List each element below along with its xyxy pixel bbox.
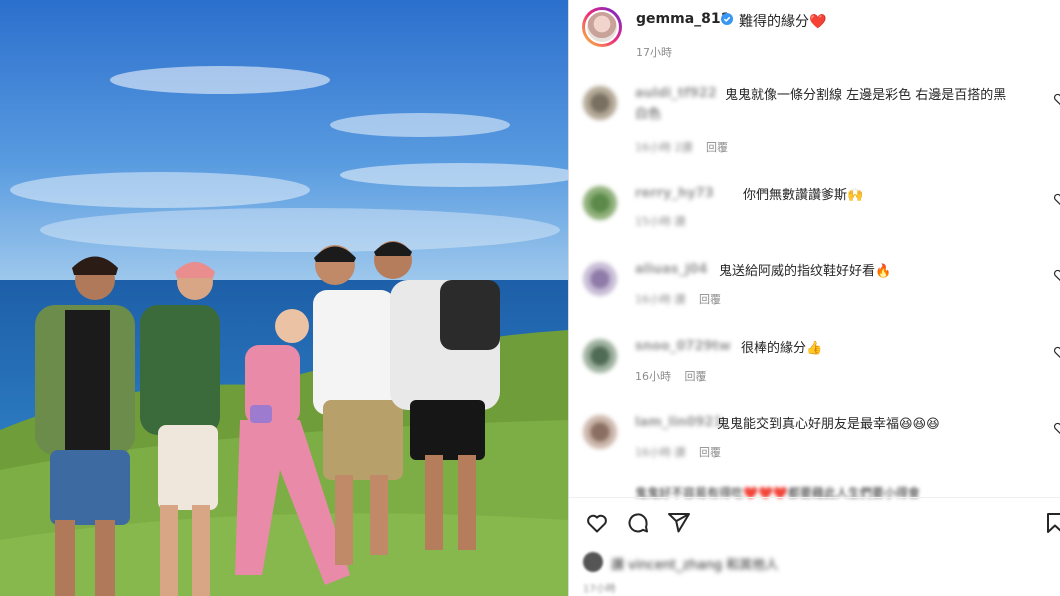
post-photo[interactable] bbox=[0, 0, 568, 596]
commenter-username[interactable]: auldi_tf922 bbox=[635, 86, 717, 101]
post-time-bottom: 17小時 bbox=[583, 584, 616, 595]
author-username[interactable]: gemma_811 bbox=[636, 11, 730, 27]
commenter-username[interactable]: lam_lin0921 bbox=[635, 415, 723, 430]
reply-button[interactable]: 回覆 bbox=[699, 293, 721, 306]
comment-item: rerry_hy73 你們無數讚讚爹斯🙌 15小時 讚 bbox=[569, 170, 1060, 246]
comment-bubble-icon[interactable] bbox=[626, 511, 650, 535]
comment-text: 鬼鬼能交到真心好朋友是最幸福😆😆😆 bbox=[717, 417, 940, 432]
reply-button[interactable]: 回覆 bbox=[699, 446, 721, 459]
likes-text: 讚 vincent_zhang 和其他人 bbox=[611, 558, 779, 573]
comment-meta: 16小時 2讚 回覆 bbox=[635, 139, 728, 155]
comment-item: auldi_tf922 鬼鬼就像一條分割線 左邊是彩色 右邊是百搭的黑 白色 1… bbox=[569, 70, 1060, 154]
comment-meta: 16小時 回覆 bbox=[635, 368, 707, 384]
verified-badge-icon bbox=[721, 13, 733, 25]
post-header: gemma_811 難得的緣分❤️ 17小時 bbox=[569, 0, 1060, 70]
author-avatar[interactable] bbox=[582, 7, 622, 47]
group-photo-image bbox=[0, 0, 568, 596]
like-comment-heart-icon[interactable] bbox=[1053, 421, 1060, 435]
commenter-avatar[interactable] bbox=[583, 186, 617, 220]
comment-meta: 16小時 讚 回覆 bbox=[635, 291, 721, 307]
comment-text: 鬼鬼就像一條分割線 左邊是彩色 右邊是百搭的黑 bbox=[725, 88, 1007, 103]
commenter-avatar[interactable] bbox=[583, 415, 617, 449]
commenter-username[interactable]: snoo_0729tw bbox=[635, 339, 731, 354]
like-comment-heart-icon[interactable] bbox=[1053, 268, 1060, 282]
comment-time[interactable]: 16小時 bbox=[635, 370, 671, 383]
comment-time-likes: 16小時 讚 bbox=[635, 293, 686, 306]
comment-text-line2: 白色 bbox=[635, 107, 662, 122]
commenter-username[interactable]: aliuas_j04 bbox=[635, 262, 708, 277]
comment-time-likes: 16小時 讚 bbox=[635, 446, 686, 459]
post-caption: 難得的緣分❤️ bbox=[739, 14, 827, 30]
commenter-avatar[interactable] bbox=[583, 86, 617, 120]
comment-text: 鬼送給阿威的指纹鞋好好看🔥 bbox=[719, 264, 892, 279]
comment-text: 你們無數讚讚爹斯🙌 bbox=[743, 188, 864, 203]
save-bookmark-icon[interactable] bbox=[1043, 511, 1060, 535]
liker-avatar bbox=[583, 552, 603, 572]
likes-summary[interactable]: 讚 vincent_zhang 和其他人 bbox=[583, 552, 883, 573]
comment-time-likes: 15小時 讚 bbox=[635, 215, 686, 228]
comment-item: snoo_0729tw 很棒的緣分👍 16小時 回覆 bbox=[569, 323, 1060, 399]
commenter-avatar[interactable] bbox=[583, 339, 617, 373]
like-comment-heart-icon[interactable] bbox=[1053, 92, 1060, 106]
like-comment-heart-icon[interactable] bbox=[1053, 192, 1060, 206]
comment-item: lam_lin0921 鬼鬼能交到真心好朋友是最幸福😆😆😆 16小時 讚 回覆 bbox=[569, 399, 1060, 475]
post-details-panel: gemma_811 難得的緣分❤️ 17小時 auldi_tf922 鬼鬼就像一… bbox=[569, 0, 1060, 596]
comment-meta: 16小時 讚 回覆 bbox=[635, 444, 721, 460]
share-send-icon[interactable] bbox=[667, 511, 691, 535]
comment-meta: 15小時 讚 bbox=[635, 213, 696, 229]
comment-text: 很棒的緣分👍 bbox=[741, 341, 823, 356]
like-comment-heart-icon[interactable] bbox=[1053, 345, 1060, 359]
comments-list[interactable]: auldi_tf922 鬼鬼就像一條分割線 左邊是彩色 右邊是百搭的黑 白色 1… bbox=[569, 70, 1060, 490]
comment-time-likes: 16小時 2讚 bbox=[635, 141, 693, 154]
reply-button[interactable]: 回覆 bbox=[685, 370, 707, 383]
comment-item: aliuas_j04 鬼送給阿威的指纹鞋好好看🔥 16小時 讚 回覆 bbox=[569, 246, 1060, 322]
commenter-username[interactable]: rerry_hy73 bbox=[635, 186, 714, 201]
commenter-avatar[interactable] bbox=[583, 262, 617, 296]
like-heart-icon[interactable] bbox=[585, 511, 609, 535]
action-bar bbox=[569, 497, 1060, 548]
post-time[interactable]: 17小時 bbox=[636, 44, 672, 60]
reply-button[interactable]: 回覆 bbox=[706, 141, 728, 154]
